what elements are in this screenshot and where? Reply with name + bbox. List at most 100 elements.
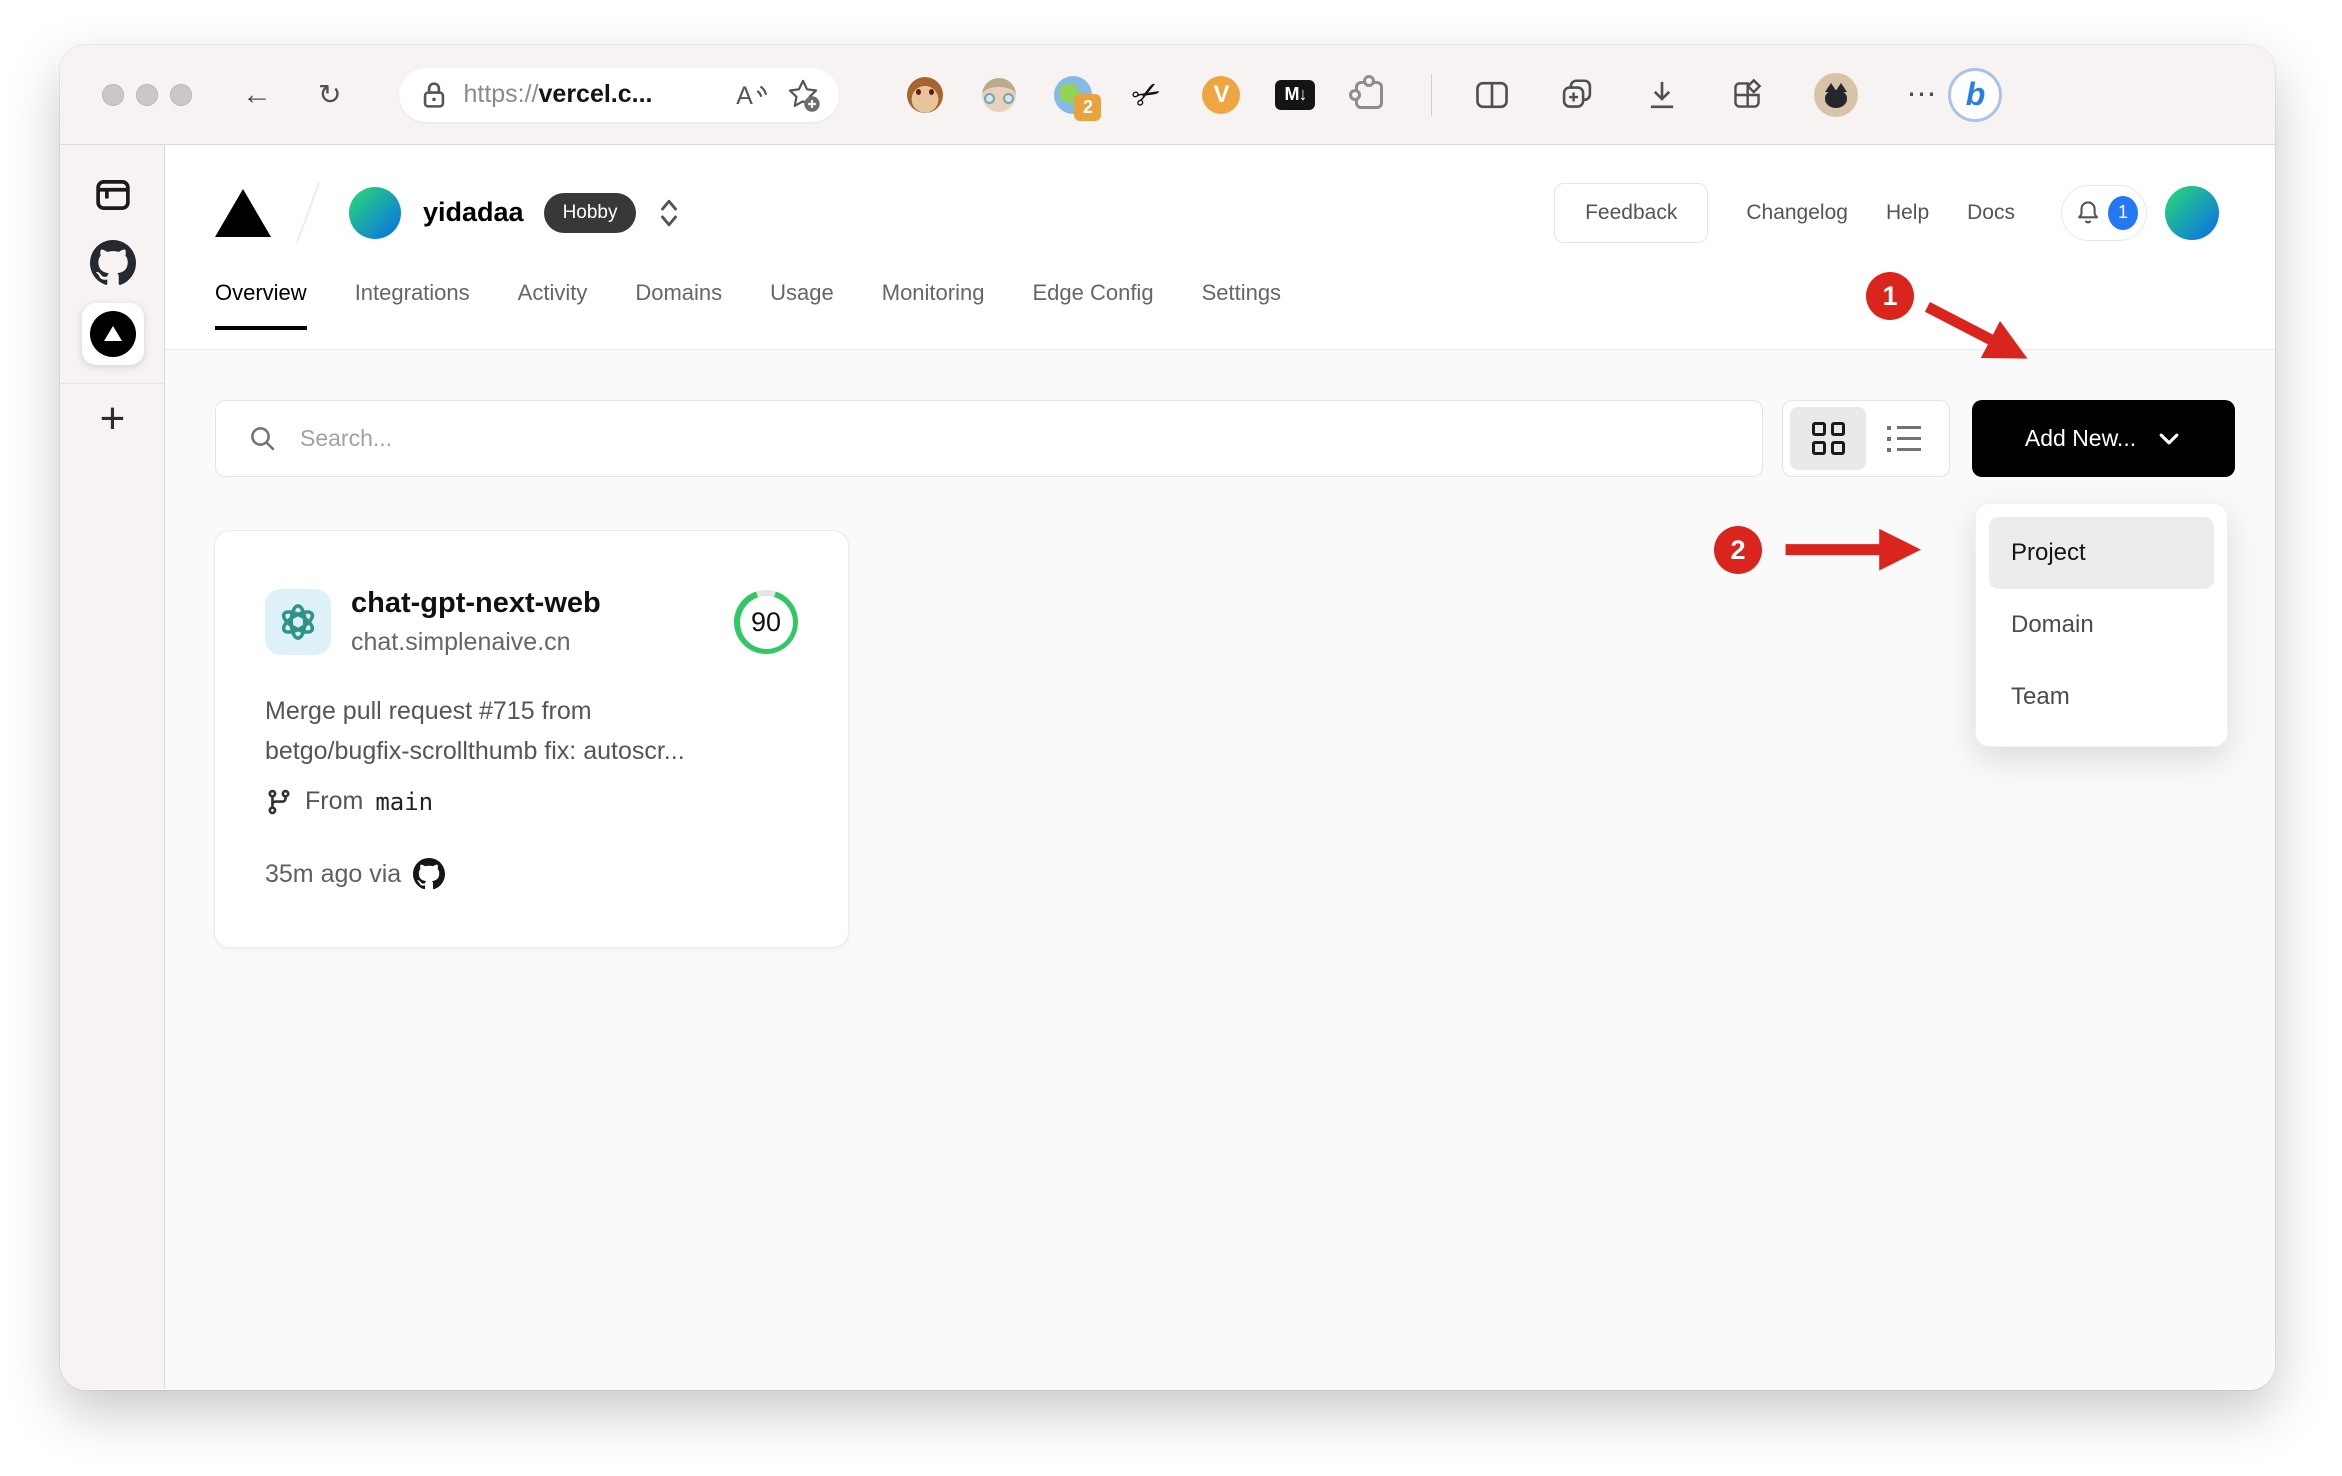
profile-avatar[interactable] [1814, 72, 1859, 117]
view-toggle [1782, 400, 1950, 477]
commit-line-1: Merge pull request #715 from [265, 697, 592, 725]
vercel-favicon [89, 311, 136, 357]
add-new-label: Add New... [2024, 425, 2137, 451]
tab-integrations[interactable]: Integrations [355, 280, 470, 330]
docs-link[interactable]: Docs [1967, 201, 2015, 225]
more-menu-icon[interactable]: ⋯ [1906, 77, 1938, 112]
lighthouse-score-value: 90 [739, 595, 793, 649]
grid-view-button[interactable] [1790, 407, 1866, 470]
zoom-window-button[interactable] [170, 83, 192, 106]
toggle-vertical-tabs-button[interactable] [60, 174, 165, 216]
browser-toolbar: ← ↻ https://vercel.c... A 2 ✂ V M↓ ⋯ b [60, 45, 2275, 145]
help-link[interactable]: Help [1886, 201, 1929, 225]
branch-prefix: From [305, 787, 364, 815]
new-tab-button[interactable]: + [60, 397, 165, 441]
vercel-logo-icon[interactable] [215, 188, 271, 237]
tampermonkey-extension-icon[interactable] [905, 75, 945, 115]
notifications-button[interactable]: 1 [2061, 184, 2147, 241]
desktop: ← ↻ https://vercel.c... A 2 ✂ V M↓ ⋯ b +… [0, 0, 2342, 1476]
dashboard-content: Add New... Project Domain Team [165, 350, 2275, 1389]
vercel-dashboard: yidadaa Hobby Feedback Changelog Help Do… [165, 145, 2275, 1389]
address-bar[interactable]: https://vercel.c... A [399, 67, 840, 122]
collections-icon[interactable] [1558, 76, 1596, 114]
vimium-extension-icon[interactable]: V [1201, 75, 1241, 115]
dashboard-header: yidadaa Hobby Feedback Changelog Help Do… [165, 145, 2275, 280]
add-new-dropdown: Project Domain Team [1975, 503, 2228, 747]
tab-activity[interactable]: Activity [518, 280, 588, 330]
team-name[interactable]: yidadaa [423, 197, 524, 228]
project-favicon [265, 589, 331, 655]
search-icon [251, 426, 275, 450]
bell-icon [2078, 200, 2099, 223]
openai-logo-icon [281, 604, 315, 640]
close-window-button[interactable] [102, 83, 124, 106]
proxy-extension-icon[interactable]: 2 [1053, 75, 1102, 121]
project-card[interactable]: chat-gpt-next-web chat.simplenaive.cn 90… [214, 530, 849, 948]
vertical-tab-strip: + [60, 145, 165, 1389]
dropdown-item-domain[interactable]: Domain [1989, 589, 2214, 661]
back-icon[interactable]: ← [242, 79, 272, 110]
tab-usage[interactable]: Usage [770, 280, 834, 330]
dropdown-item-team[interactable]: Team [1989, 661, 2214, 733]
svg-text:A: A [737, 83, 754, 110]
tab-vercel-active[interactable] [60, 303, 165, 365]
add-new-button[interactable]: Add New... [1972, 400, 2235, 477]
grandma-extension-icon[interactable] [979, 75, 1019, 115]
team-switcher-icon[interactable] [656, 196, 682, 230]
read-aloud-icon[interactable]: A [735, 79, 769, 111]
project-name[interactable]: chat-gpt-next-web [351, 587, 601, 620]
add-favorite-icon[interactable] [785, 77, 821, 113]
lock-icon [424, 81, 445, 108]
dropdown-item-project[interactable]: Project [1989, 517, 2214, 589]
deployment-meta: 35m ago via [265, 858, 798, 890]
project-domain[interactable]: chat.simplenaive.cn [351, 628, 601, 657]
breadcrumb-slash [296, 182, 320, 243]
changelog-link[interactable]: Changelog [1746, 201, 1848, 225]
grid-view-icon [1811, 422, 1845, 455]
url-text: https://vercel.c... [463, 80, 652, 109]
extensions-group: 2 ✂ V M↓ [905, 71, 1389, 121]
dashboard-nav: Overview Integrations Activity Domains U… [165, 280, 2275, 350]
tab-panel-icon [95, 180, 130, 210]
deploy-time-text: 35m ago via [265, 859, 402, 888]
refresh-icon[interactable]: ↻ [318, 80, 341, 109]
user-avatar[interactable] [2165, 185, 2219, 240]
tab-domains[interactable]: Domains [635, 280, 722, 330]
project-search [215, 400, 1763, 477]
url-scheme: https:// [463, 80, 539, 108]
scissors-extension-icon[interactable]: ✂ [1120, 67, 1175, 122]
apps-launcher-icon[interactable] [1728, 76, 1766, 114]
commit-line-2: betgo/bugfix-scrollthumb fix: autoscr... [265, 737, 685, 765]
browser-window: ← ↻ https://vercel.c... A 2 ✂ V M↓ ⋯ b +… [60, 45, 2275, 1390]
git-branch-icon [268, 789, 290, 814]
tab-github[interactable] [60, 240, 165, 286]
tab-settings[interactable]: Settings [1202, 280, 1282, 330]
downloads-icon[interactable] [1644, 77, 1680, 113]
tab-strip-divider [60, 383, 165, 384]
tab-edge-config[interactable]: Edge Config [1032, 280, 1153, 330]
bing-chat-icon[interactable]: b [1948, 67, 2003, 122]
notification-count-badge: 1 [2108, 195, 2138, 230]
header-actions: Feedback Changelog Help Docs 1 [1554, 182, 2219, 243]
branch-name: main [375, 787, 434, 816]
extensions-puzzle-icon[interactable] [1349, 74, 1389, 115]
proxy-badge: 2 [1074, 93, 1102, 121]
team-avatar[interactable] [349, 186, 401, 239]
search-input[interactable] [278, 401, 1762, 476]
list-view-button[interactable] [1866, 407, 1942, 470]
latest-commit-message: Merge pull request #715 from betgo/bugfi… [265, 691, 798, 771]
github-source-icon [413, 858, 446, 890]
markdown-extension-icon[interactable]: M↓ [1275, 75, 1316, 115]
tab-monitoring[interactable]: Monitoring [882, 280, 985, 330]
url-host: vercel.c... [538, 80, 653, 108]
list-view-icon [1887, 425, 1921, 452]
minimize-window-button[interactable] [136, 83, 158, 106]
tab-overview[interactable]: Overview [215, 280, 307, 330]
branch-row: From main [265, 787, 798, 816]
toolbar-right-group: ⋯ [1474, 72, 1938, 117]
lighthouse-score-ring: 90 [734, 590, 798, 654]
split-screen-icon[interactable] [1474, 78, 1510, 112]
plan-badge: Hobby [543, 192, 637, 233]
feedback-button[interactable]: Feedback [1554, 182, 1709, 243]
chevron-down-icon [2159, 433, 2179, 444]
